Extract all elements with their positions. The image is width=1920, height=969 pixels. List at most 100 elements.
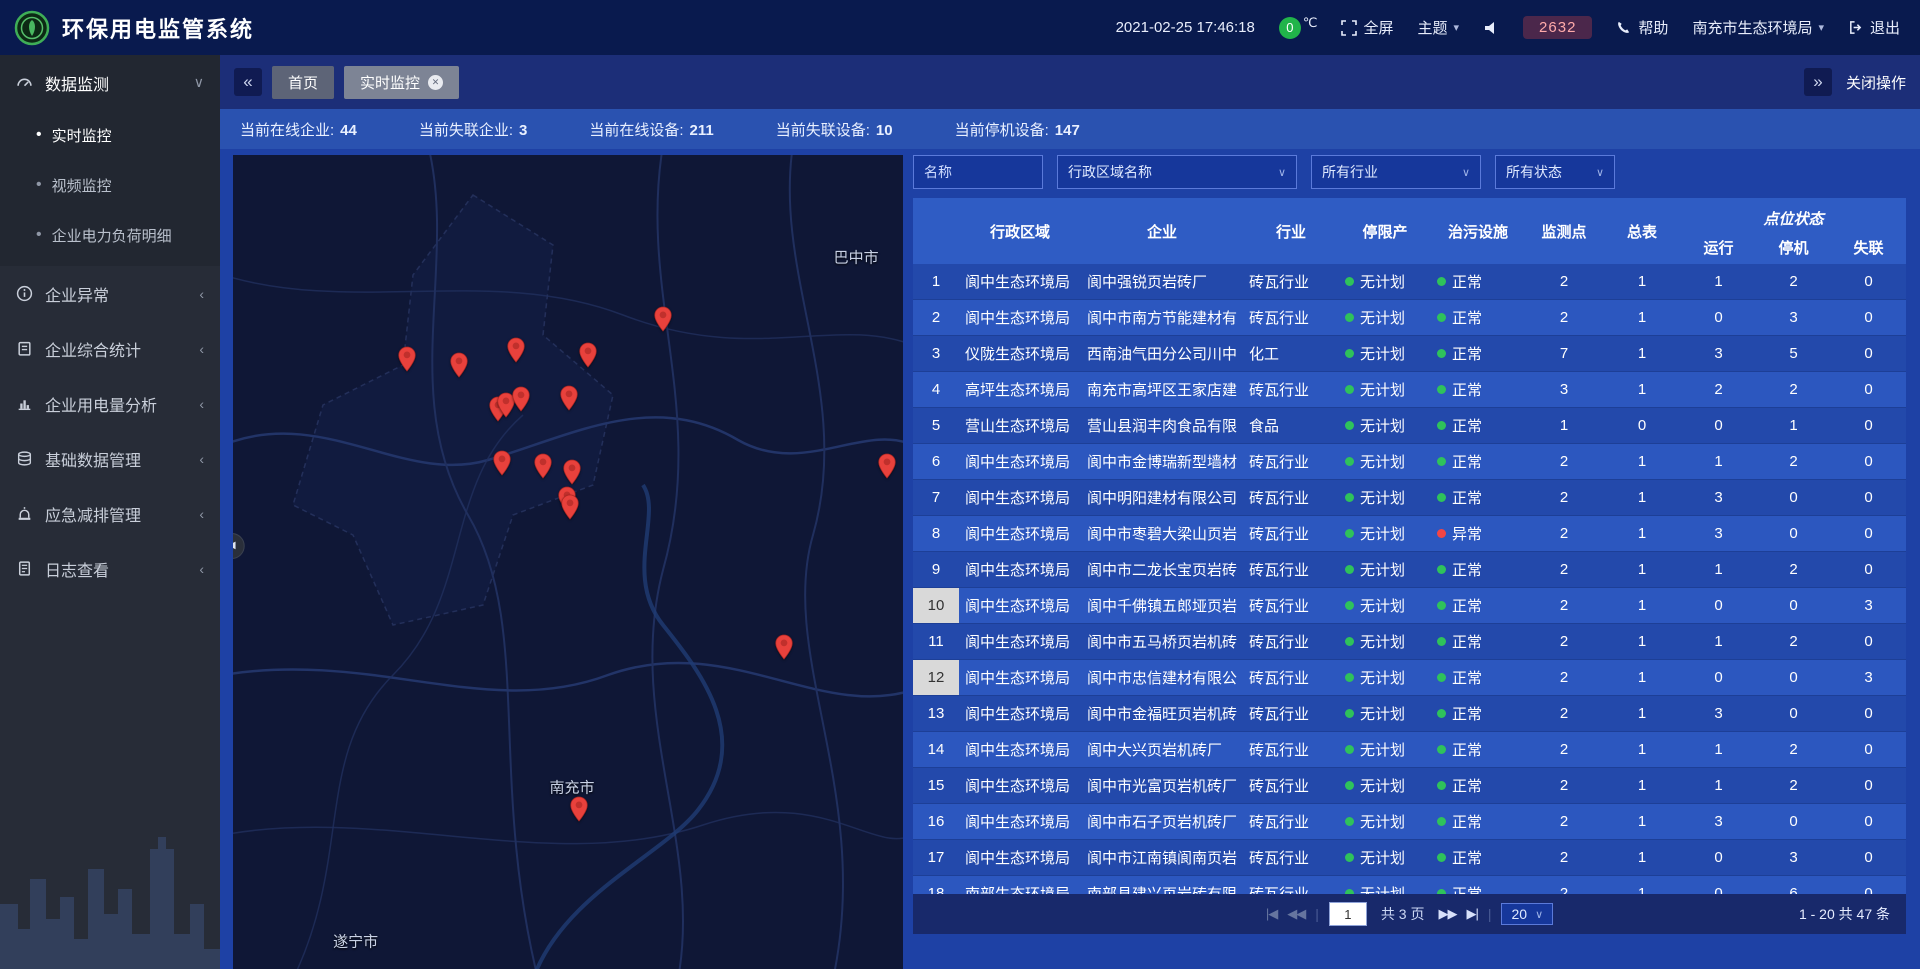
sidebar-group-power-analysis[interactable]: 企业用电量分析 ‹ [0, 376, 220, 431]
help-button[interactable]: 帮助 [1616, 17, 1668, 38]
siren-icon [16, 505, 33, 522]
industry-filter-select[interactable]: 所有行业 ∨ [1311, 155, 1481, 189]
table-row[interactable]: 15 阆中生态环境局 阆中市光富页岩机砖厂 砖瓦行业 无计划 正常 2 1 1 … [913, 768, 1906, 804]
map-pin-icon[interactable] [512, 386, 530, 412]
close-operations-button[interactable]: 关闭操作 [1846, 72, 1906, 93]
sidebar-item-realtime-monitor[interactable]: • 实时监控 [0, 110, 220, 160]
table-row[interactable]: 10 阆中生态环境局 阆中千佛镇五郎垭页岩 砖瓦行业 无计划 正常 2 1 0 … [913, 588, 1906, 624]
table-row[interactable]: 3 仪陇生态环境局 西南油气田分公司川中 化工 无计划 正常 7 1 3 5 0 [913, 336, 1906, 372]
row-company: 阆中市枣碧大梁山页岩 [1081, 516, 1243, 551]
row-running-count: 2 [1681, 372, 1756, 407]
col-region: 行政区域 [959, 198, 1081, 264]
map-pin-icon[interactable] [579, 342, 597, 368]
tabs-scroll-right-button[interactable]: » [1804, 68, 1832, 96]
row-total-meters: 1 [1603, 624, 1681, 659]
row-industry: 砖瓦行业 [1243, 264, 1339, 299]
row-region: 阆中生态环境局 [959, 552, 1081, 587]
map-pin-icon[interactable] [507, 337, 525, 363]
facility-status-dot [1437, 529, 1446, 538]
page-size-select[interactable]: 20 ∨ [1501, 903, 1553, 925]
stop-status-dot [1345, 529, 1354, 538]
map-pin-icon[interactable] [450, 352, 468, 378]
sidebar-group-enterprise-statistics[interactable]: 企业综合统计 ‹ [0, 321, 220, 376]
tab-home[interactable]: 首页 [272, 66, 334, 99]
row-stop-status: 无计划 [1339, 876, 1431, 894]
table-row[interactable]: 1 阆中生态环境局 阆中强锐页岩砖厂 砖瓦行业 无计划 正常 2 1 1 2 0 [913, 264, 1906, 300]
row-facility-status: 正常 [1431, 588, 1525, 623]
row-disconnected-count: 0 [1831, 840, 1906, 875]
table-row[interactable]: 14 阆中生态环境局 阆中大兴页岩机砖厂 砖瓦行业 无计划 正常 2 1 1 2… [913, 732, 1906, 768]
table-row[interactable]: 11 阆中生态环境局 阆中市五马桥页岩机砖 砖瓦行业 无计划 正常 2 1 1 … [913, 624, 1906, 660]
stop-status-dot [1345, 421, 1354, 430]
name-filter-input[interactable] [913, 155, 1043, 189]
fullscreen-button[interactable]: 全屏 [1341, 17, 1393, 38]
sidebar-item-video-monitor[interactable]: • 视频监控 [0, 160, 220, 210]
fullscreen-icon [1341, 20, 1357, 36]
logout-button[interactable]: 退出 [1848, 17, 1900, 38]
sidebar-group-base-data[interactable]: 基础数据管理 ‹ [0, 431, 220, 486]
map-pin-icon[interactable] [493, 450, 511, 476]
row-stopped-count: 5 [1756, 336, 1831, 371]
map-pin-icon[interactable] [561, 494, 579, 520]
app-root: 环保用电监管系统 2021-02-25 17:46:18 0 ℃ 全屏 主题 ▾ [0, 0, 1920, 969]
first-page-button[interactable]: |◀ [1266, 906, 1277, 922]
table-row[interactable]: 7 阆中生态环境局 阆中明阳建材有限公司 砖瓦行业 无计划 正常 2 1 3 0… [913, 480, 1906, 516]
enterprise-table: 行政区域 企业 行业 停限产 治污设施 监测点 总表 点位状态 运行 停机 失联 [913, 198, 1906, 934]
sidebar-group-log-view[interactable]: 日志查看 ‹ [0, 541, 220, 596]
map-pin-icon[interactable] [654, 306, 672, 332]
table-row[interactable]: 5 营山生态环境局 营山县润丰肉食品有限 食品 无计划 正常 1 0 0 1 0 [913, 408, 1906, 444]
alarm-sound-button[interactable] [1483, 20, 1499, 36]
stop-status-dot [1345, 349, 1354, 358]
table-row[interactable]: 2 阆中生态环境局 阆中市南方节能建材有 砖瓦行业 无计划 正常 2 1 0 3… [913, 300, 1906, 336]
table-row[interactable]: 13 阆中生态环境局 阆中市金福旺页岩机砖 砖瓦行业 无计划 正常 2 1 3 … [913, 696, 1906, 732]
divider: | [1315, 906, 1319, 922]
sidebar-group-enterprise-anomaly[interactable]: 企业异常 ‹ [0, 266, 220, 321]
theme-dropdown[interactable]: 主题 ▾ [1418, 17, 1460, 38]
table-row[interactable]: 6 阆中生态环境局 阆中市金博瑞新型墙材 砖瓦行业 无计划 正常 2 1 1 2… [913, 444, 1906, 480]
row-industry: 砖瓦行业 [1243, 444, 1339, 479]
chevron-left-icon: ‹ [199, 506, 204, 522]
next-page-button[interactable]: ▶▶ [1438, 906, 1456, 922]
row-company: 阆中千佛镇五郎垭页岩 [1081, 588, 1243, 623]
row-stopped-count: 2 [1756, 624, 1831, 659]
row-monitor-points: 3 [1525, 372, 1603, 407]
temperature-unit: ℃ [1303, 15, 1318, 31]
facility-status-dot [1437, 349, 1446, 358]
sidebar-group-data-monitoring[interactable]: 数据监测 ∨ [0, 55, 220, 110]
tab-realtime-monitor[interactable]: 实时监控 ✕ [344, 66, 459, 99]
facility-status-dot [1437, 313, 1446, 322]
map-pin-icon[interactable] [775, 634, 793, 660]
sidebar-group-emergency-reduction[interactable]: 应急减排管理 ‹ [0, 486, 220, 541]
close-icon[interactable]: ✕ [428, 75, 443, 90]
previous-page-button[interactable]: ◀◀ [1287, 906, 1305, 922]
last-page-button[interactable]: ▶| [1466, 906, 1477, 922]
org-dropdown[interactable]: 南充市生态环境局 ▾ [1692, 17, 1824, 38]
row-industry: 砖瓦行业 [1243, 768, 1339, 803]
map-pin-icon[interactable] [534, 453, 552, 479]
table-row[interactable]: 18 南部生态环境局 南部县建兴页岩砖有限 砖瓦行业 无计划 正常 2 1 0 … [913, 876, 1906, 894]
status-filter-select[interactable]: 所有状态 ∨ [1495, 155, 1615, 189]
row-total-meters: 1 [1603, 588, 1681, 623]
sidebar-item-power-load-detail[interactable]: • 企业电力负荷明细 [0, 210, 220, 260]
map-pin-icon[interactable] [560, 385, 578, 411]
table-row[interactable]: 4 高坪生态环境局 南充市高坪区王家店建 砖瓦行业 无计划 正常 3 1 2 2… [913, 372, 1906, 408]
col-facility: 治污设施 [1431, 198, 1525, 264]
alarm-count-badge[interactable]: 2632 [1523, 16, 1592, 39]
map-pin-icon[interactable] [398, 346, 416, 372]
map-pin-icon[interactable] [563, 459, 581, 485]
table-row[interactable]: 12 阆中生态环境局 阆中市忠信建材有限公 砖瓦行业 无计划 正常 2 1 0 … [913, 660, 1906, 696]
tabs-scroll-left-button[interactable]: « [234, 68, 262, 96]
map-pin-icon[interactable] [878, 453, 896, 479]
row-industry: 食品 [1243, 408, 1339, 443]
table-row[interactable]: 17 阆中生态环境局 阆中市江南镇阆南页岩 砖瓦行业 无计划 正常 2 1 0 … [913, 840, 1906, 876]
page-number-input[interactable] [1329, 902, 1367, 926]
table-row[interactable]: 16 阆中生态环境局 阆中市石子页岩机砖厂 砖瓦行业 无计划 正常 2 1 3 … [913, 804, 1906, 840]
table-row[interactable]: 8 阆中生态环境局 阆中市枣碧大梁山页岩 砖瓦行业 无计划 异常 2 1 3 0… [913, 516, 1906, 552]
row-total-meters: 1 [1603, 516, 1681, 551]
row-facility-status: 正常 [1431, 624, 1525, 659]
map-panel[interactable]: 巴中市 南充市 遂宁市 [233, 155, 903, 969]
row-facility-status: 正常 [1431, 804, 1525, 839]
table-row[interactable]: 9 阆中生态环境局 阆中市二龙长宝页岩砖 砖瓦行业 无计划 正常 2 1 1 2… [913, 552, 1906, 588]
region-filter-select[interactable]: 行政区域名称 ∨ [1057, 155, 1297, 189]
map-pin-icon[interactable] [570, 796, 588, 822]
